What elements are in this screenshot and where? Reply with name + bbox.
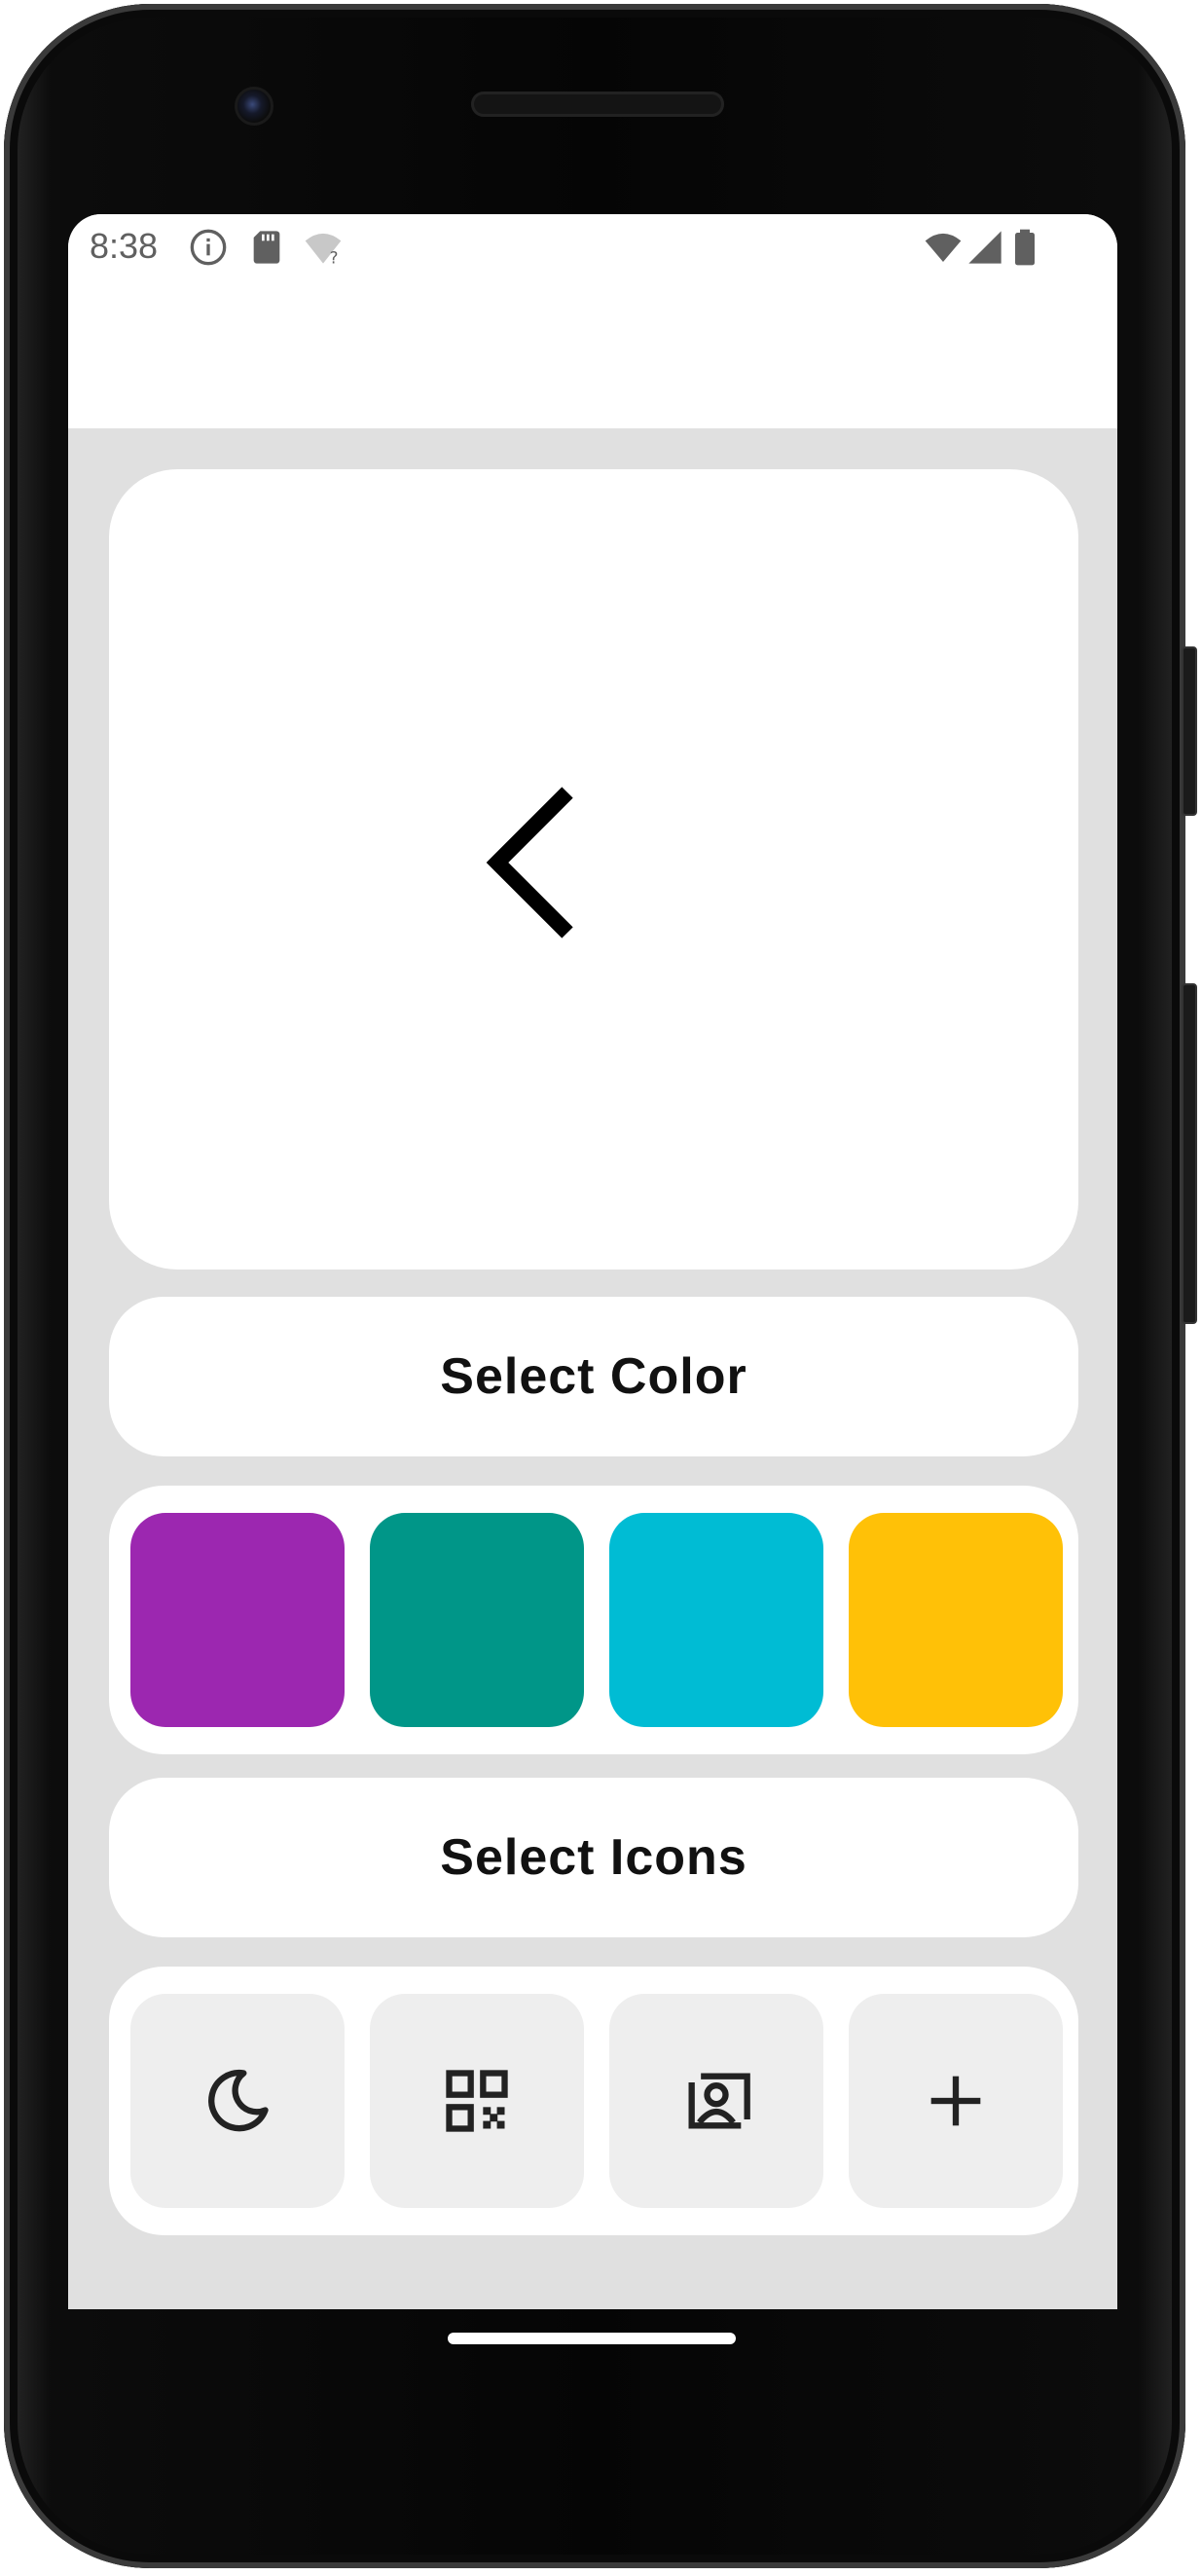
icon-option-qr-code[interactable] bbox=[370, 1994, 584, 2208]
signal-icon bbox=[968, 231, 1002, 264]
home-indicator[interactable] bbox=[448, 2333, 736, 2344]
battery-icon bbox=[1015, 229, 1035, 266]
volume-button bbox=[1182, 983, 1197, 1324]
sd-card-icon bbox=[253, 231, 280, 264]
moon-icon bbox=[208, 2069, 269, 2132]
select-icons-label: Select Icons bbox=[440, 1829, 747, 1886]
icon-preview-card bbox=[109, 469, 1078, 1270]
chevron-left-icon bbox=[486, 787, 573, 938]
front-camera bbox=[235, 87, 273, 126]
wifi-unknown-icon: ? bbox=[305, 233, 342, 267]
select-color-label: Select Color bbox=[440, 1348, 747, 1405]
power-button bbox=[1182, 646, 1197, 816]
icon-picker-strip[interactable] bbox=[109, 1967, 1078, 2235]
svg-text:?: ? bbox=[330, 249, 339, 267]
color-swatch-amber[interactable] bbox=[849, 1513, 1063, 1727]
status-time: 8:38 bbox=[90, 226, 159, 266]
qr-code-icon bbox=[446, 2070, 508, 2132]
earpiece-speaker bbox=[471, 92, 724, 117]
color-swatch-teal[interactable] bbox=[370, 1513, 584, 1727]
select-icons-button[interactable]: Select Icons bbox=[109, 1778, 1078, 1937]
app-screen: 8:38 ? Select Color Select Icons bbox=[68, 214, 1117, 2309]
contact-card-icon bbox=[688, 2073, 750, 2129]
wifi-icon bbox=[925, 233, 962, 262]
plus-icon bbox=[930, 2076, 981, 2126]
icon-option-moon[interactable] bbox=[130, 1994, 345, 2208]
color-picker-strip[interactable] bbox=[109, 1486, 1078, 1754]
select-color-button[interactable]: Select Color bbox=[109, 1297, 1078, 1456]
icon-option-plus[interactable] bbox=[849, 1994, 1063, 2208]
color-swatch-purple[interactable] bbox=[130, 1513, 345, 1727]
icon-option-contact-card[interactable] bbox=[609, 1994, 823, 2208]
info-icon bbox=[190, 229, 227, 266]
app-bar bbox=[68, 282, 1117, 428]
color-swatch-cyan[interactable] bbox=[609, 1513, 823, 1727]
status-bar: 8:38 ? bbox=[68, 214, 1117, 282]
